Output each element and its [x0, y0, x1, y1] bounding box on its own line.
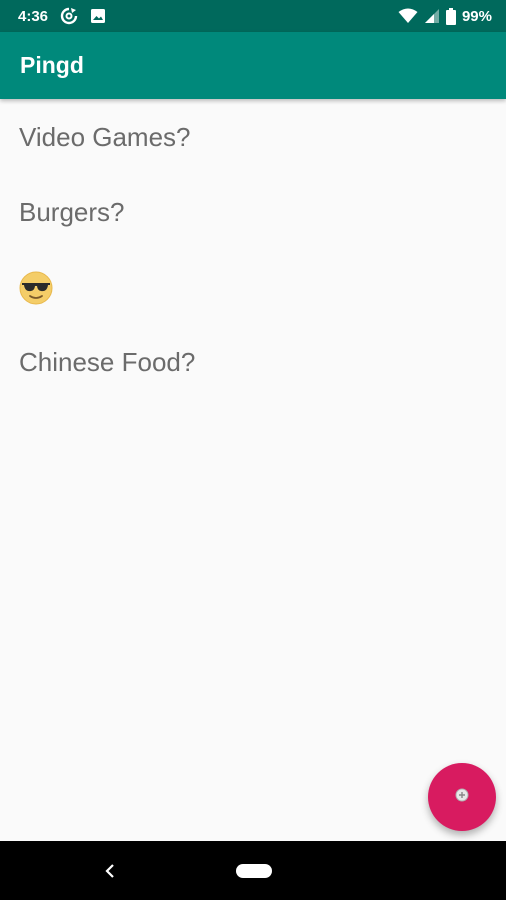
signal-icon [424, 8, 440, 24]
list-item[interactable]: Video Games? [0, 99, 506, 175]
list-item[interactable]: Chinese Food? [0, 325, 506, 400]
app-title: Pingd [20, 52, 84, 78]
home-pill-icon[interactable] [236, 864, 272, 878]
sunglasses-emoji-icon [19, 271, 53, 305]
list-item[interactable]: Burgers? [0, 175, 506, 250]
status-right: 99% [398, 7, 492, 25]
sync-icon [60, 7, 78, 25]
status-time: 4:36 [18, 7, 49, 25]
status-left: 4:36 [18, 7, 106, 25]
list-item-label: Chinese Food? [19, 347, 196, 377]
list-item[interactable] [0, 250, 506, 325]
screen: 4:36 99% Pingd Video Games? Burgers? Chi… [0, 0, 506, 900]
add-fab-button[interactable] [428, 763, 496, 831]
battery-icon [445, 7, 456, 25]
battery-percent: 99% [461, 7, 492, 25]
topic-list: Video Games? Burgers? Chinese Food? [0, 99, 506, 400]
wifi-icon [398, 8, 418, 24]
image-icon [90, 8, 106, 24]
app-bar: Pingd [0, 32, 506, 99]
status-bar: 4:36 99% [0, 0, 506, 32]
navigation-bar [0, 841, 506, 900]
list-item-label: Burgers? [19, 197, 125, 227]
list-item-label: Video Games? [19, 121, 191, 152]
add-icon [455, 788, 469, 807]
back-icon[interactable] [100, 859, 120, 883]
